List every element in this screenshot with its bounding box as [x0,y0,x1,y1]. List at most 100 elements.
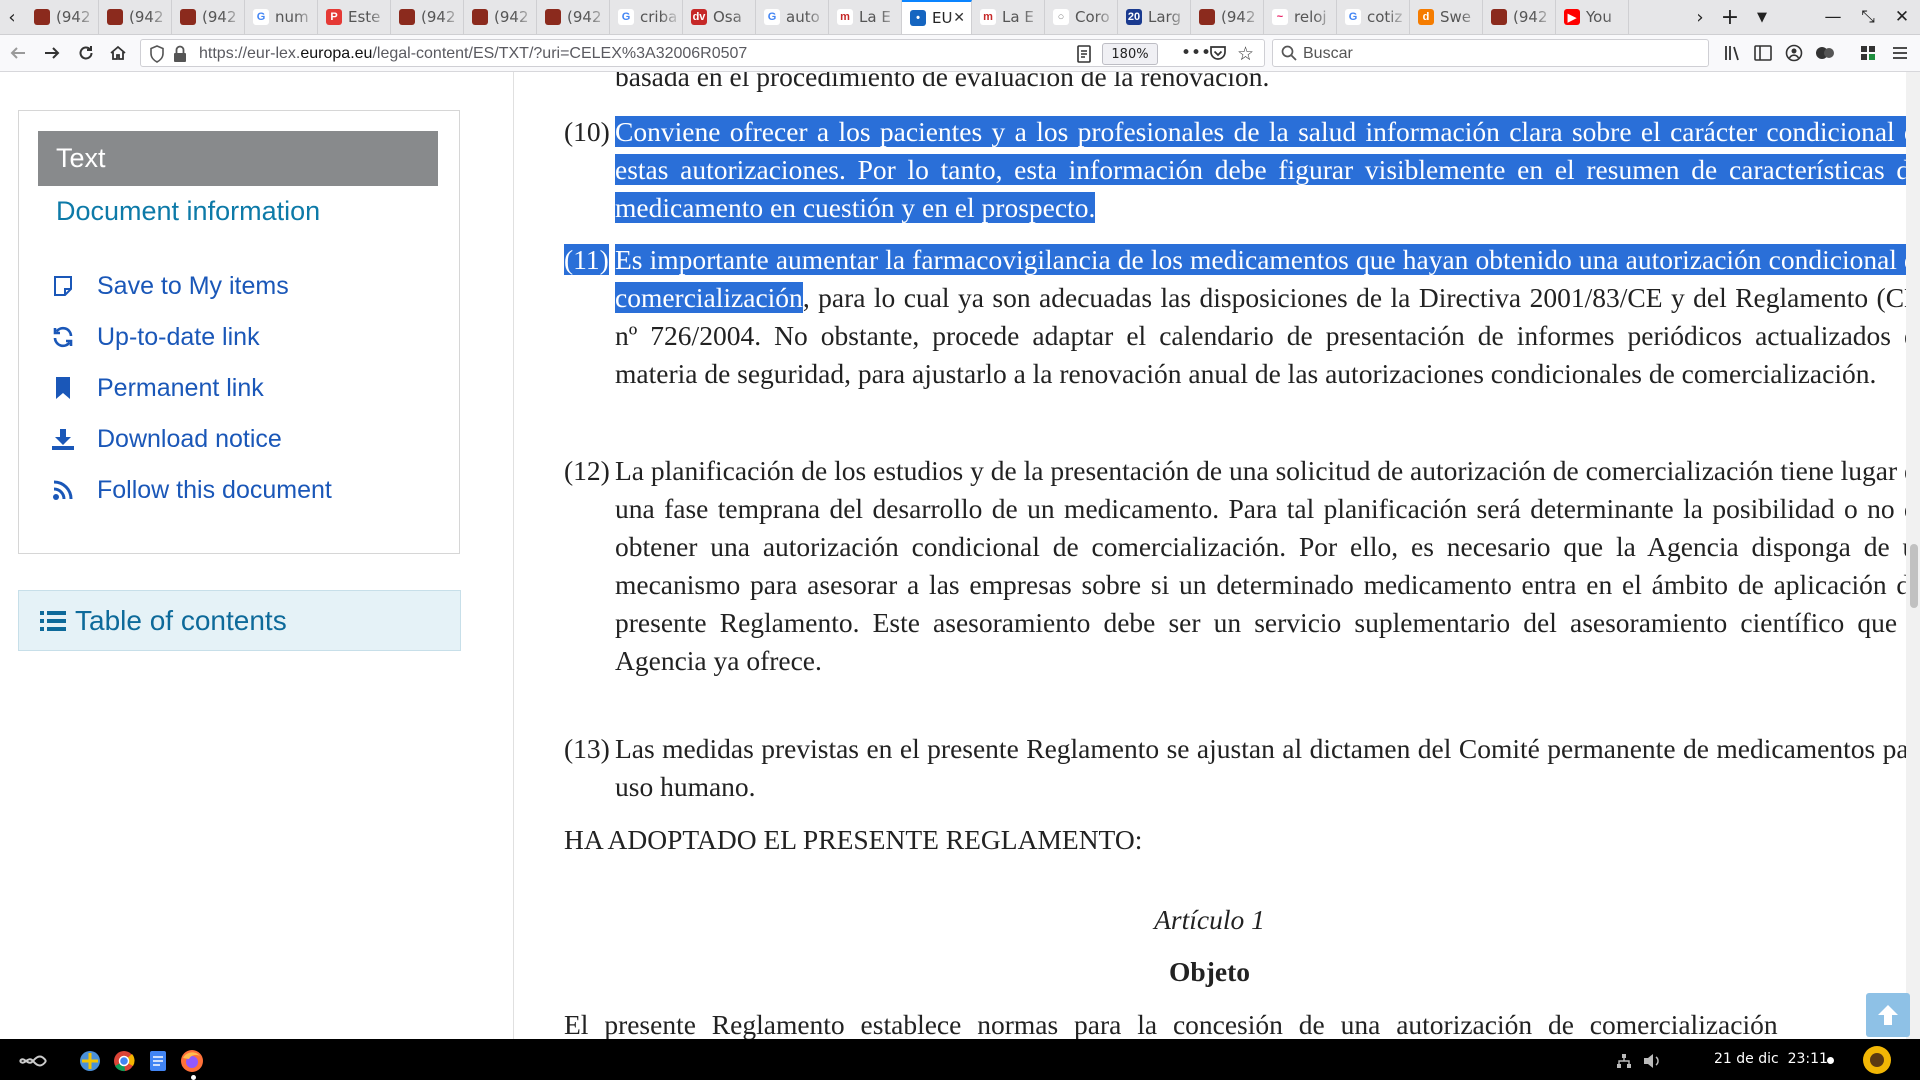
clock[interactable]: 21 de dic 23:11 [1714,1051,1828,1067]
bookmark-red-icon [1491,9,1507,25]
toc-label: Table of contents [75,604,287,636]
tab-scroll-right-icon[interactable]: › [1690,0,1710,34]
browser-tab[interactable]: ▶ You [1556,0,1629,34]
browser-tab[interactable]: ~ reloj [1264,0,1337,34]
google-icon: G [253,9,269,25]
browser-tab[interactable]: Gnum [245,0,318,34]
tab-scroll-left-icon[interactable]: ‹ [2,0,22,34]
browser-tab[interactable]: d Swe [1410,0,1483,34]
url-text[interactable]: https://eur-lex.europa.eu/legal-content/… [199,45,747,63]
account-icon[interactable] [1782,41,1806,65]
table-of-contents-button[interactable]: Table of contents [18,590,461,651]
extensions-puzzle-icon[interactable] [1856,41,1880,65]
youtube-icon: ▶ [1564,9,1580,25]
refresh-icon [49,323,77,351]
network-icon[interactable] [1612,1049,1636,1073]
shield-icon[interactable] [149,45,165,67]
browser-tab[interactable]: P Este [318,0,391,34]
selected-text[interactable]: Conviene ofrecer a los pacientes y a los… [615,116,1906,223]
app-grid-icon[interactable] [78,1049,102,1073]
sunflower-avatar-icon[interactable] [1862,1045,1892,1075]
browser-tab[interactable]: ○ Coro [1045,0,1118,34]
bookmark-red-icon [1199,9,1215,25]
search-bar[interactable]: Buscar [1272,39,1709,67]
reader-view-icon[interactable] [1076,45,1092,67]
tab-list: (942 (942 (942 Gnum P Este (942 (942 (942 Gcriba d… [26,0,1629,34]
close-window-icon[interactable]: ✕ [1884,0,1920,34]
reload-icon[interactable] [72,39,100,67]
chrome-icon[interactable] [112,1049,136,1073]
action-label: Up-to-date link [97,322,260,351]
browser-tab[interactable]: m La E [972,0,1045,34]
recital-13-text: Las medidas previstas en el presente Reg… [615,733,1906,802]
scrollbar-thumb[interactable] [1910,544,1918,608]
minimize-icon[interactable]: — [1815,0,1851,34]
browser-tab[interactable]: • EU ✕ [902,0,972,34]
lock-icon[interactable] [173,45,187,67]
tab-label: Larg [1148,8,1181,26]
browser-tab[interactable]: (942 [26,0,99,34]
browser-tab[interactable]: Gauto [756,0,829,34]
document-information-link[interactable]: Document information [56,196,320,227]
document-panel: Text Document information Save to My ite… [18,110,460,554]
tab-label: La E [859,8,891,26]
tab-label: Osa [713,8,742,26]
url-bar[interactable]: https://eur-lex.europa.eu/legal-content/… [140,39,1265,67]
recital-10-text: Conviene ofrecer a los pacientes y a los… [615,113,1906,227]
20-blue-icon: 20 [1126,9,1142,25]
page-actions-icon[interactable]: ••• [1181,43,1211,63]
home-icon[interactable] [104,39,132,67]
left-sidebar: Text Document information Save to My ite… [0,72,514,1039]
orange-circle-icon: d [1418,9,1434,25]
browser-tab[interactable]: Gcotiz [1337,0,1410,34]
browser-tab[interactable]: (942 [464,0,537,34]
list-icon [39,609,67,633]
bookmark-red-icon [399,9,415,25]
new-tab-icon[interactable]: + [1720,0,1740,34]
browser-tab[interactable]: Gcriba [610,0,683,34]
sidebar-toggle-icon[interactable] [1751,41,1775,65]
tab-label: criba [640,8,678,26]
browser-tab[interactable]: (942 [537,0,610,34]
notification-dot[interactable] [1827,1057,1834,1064]
extension-icon[interactable] [1813,41,1837,65]
save-to-my-items-link[interactable]: Save to My items [49,268,289,304]
pocket-icon[interactable] [1209,44,1227,66]
bookmark-star-icon[interactable]: ☆ [1237,43,1254,65]
zoom-level-button[interactable]: 180% [1102,43,1158,65]
search-input[interactable]: Buscar [1303,45,1353,63]
back-icon[interactable] [4,39,32,67]
browser-tab[interactable]: m La E [829,0,902,34]
browser-tab[interactable]: (942 [172,0,245,34]
library-icon[interactable] [1720,41,1744,65]
permanent-link[interactable]: Permanent link [49,370,264,406]
article-title: Artículo 1 [1154,904,1265,935]
google-icon: G [1345,9,1361,25]
menu-icon[interactable] [1888,41,1912,65]
close-tab-icon[interactable]: ✕ [953,10,965,26]
google-icon: G [764,9,780,25]
back-to-top-button[interactable] [1866,993,1910,1037]
browser-tab[interactable]: (942 [391,0,464,34]
browser-tab[interactable]: (942 [99,0,172,34]
browser-tab[interactable]: (942 [1483,0,1556,34]
download-notice-link[interactable]: Download notice [49,421,282,457]
files-icon[interactable] [146,1049,170,1073]
volume-icon[interactable] [1640,1049,1664,1073]
page-scrollbar[interactable] [1906,72,1920,1039]
firefox-icon[interactable] [180,1049,204,1073]
up-to-date-link[interactable]: Up-to-date link [49,319,260,355]
active-app-indicator [191,1075,196,1080]
browser-tab[interactable]: (942 [1191,0,1264,34]
launcher-icon[interactable] [18,1049,48,1073]
tab-label: (942 [202,8,237,26]
eu-chat-icon: • [910,10,926,26]
tab-list-dropdown-icon[interactable]: ▼ [1752,0,1772,34]
recital-number: (10) [564,116,610,147]
browser-tab[interactable]: dv Osa [683,0,756,34]
text-tab[interactable]: Text [38,131,438,186]
forward-icon[interactable] [38,39,66,67]
browser-tab[interactable]: 20 Larg [1118,0,1191,34]
follow-this-document-link[interactable]: Follow this document [49,472,332,508]
restore-icon[interactable]: ⤡ [1850,0,1886,34]
